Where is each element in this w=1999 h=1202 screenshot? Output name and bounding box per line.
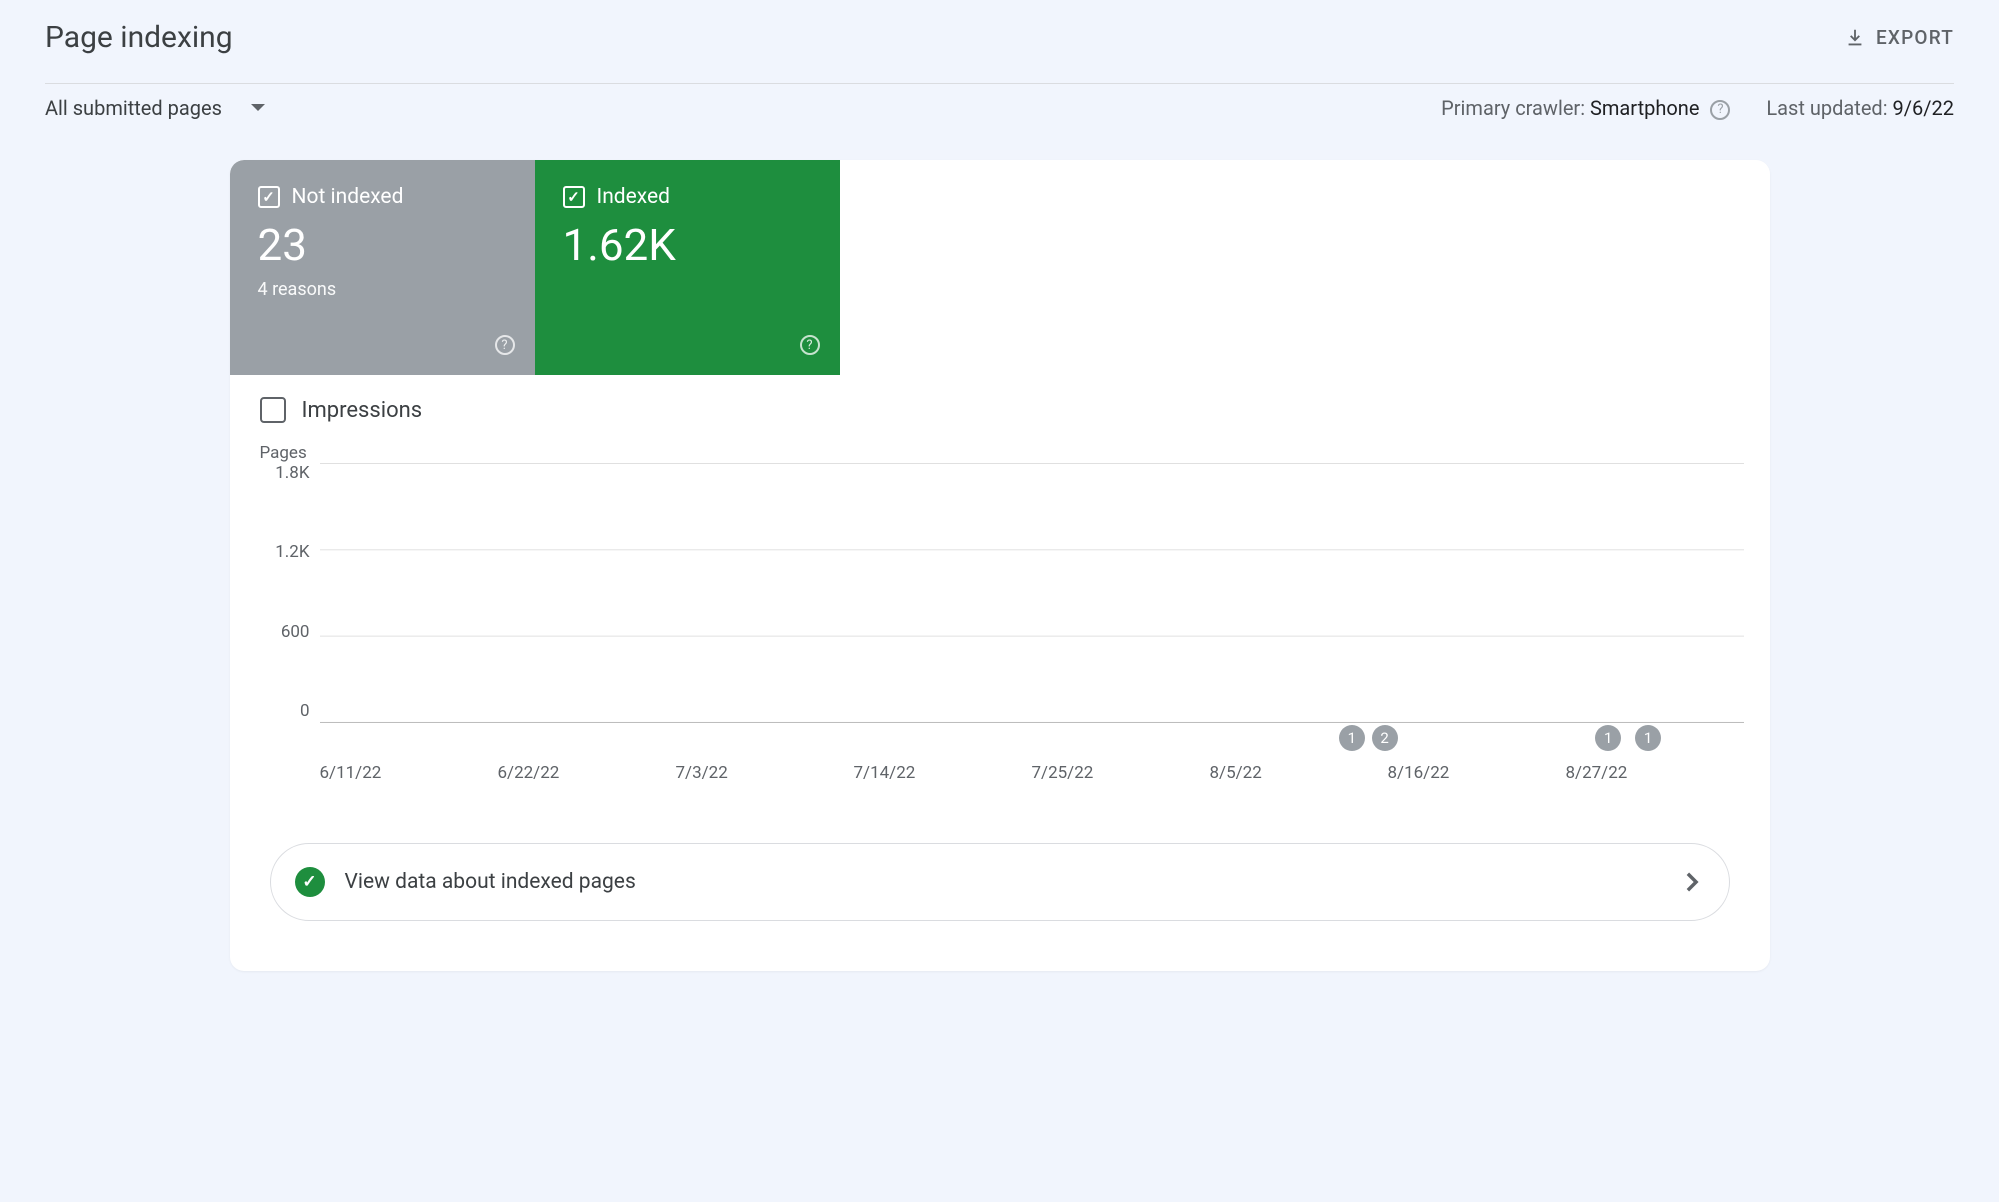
view-data-label: View data about indexed pages [345,870,636,894]
help-icon[interactable]: ? [1710,100,1730,120]
chart-event-marker[interactable]: 1 [1339,725,1365,751]
check-circle-icon: ✓ [295,867,325,897]
export-label: EXPORT [1876,26,1954,49]
tab-indexed[interactable]: ✓ Indexed 1.62K ? [535,160,840,375]
chart-event-marker[interactable]: 1 [1595,725,1621,751]
chart-event-marker[interactable]: 2 [1372,725,1398,751]
chart-plot [320,463,1744,723]
chevron-right-icon [1685,871,1699,893]
last-updated: Last updated: 9/6/22 [1766,96,1954,120]
scope-label: All submitted pages [45,96,222,120]
checkbox-checked-icon: ✓ [258,186,280,208]
primary-crawler: Primary crawler: Smartphone ? [1441,96,1730,120]
not-indexed-label: Not indexed [292,185,404,209]
indexed-value: 1.62K [563,219,812,271]
tab-not-indexed[interactable]: ✓ Not indexed 23 4 reasons ? [230,160,535,375]
impressions-checkbox[interactable] [260,397,286,423]
page-title: Page indexing [45,20,233,55]
x-axis: 6/11/226/22/227/3/227/14/227/25/228/5/22… [320,763,1744,783]
indexing-card: ✓ Not indexed 23 4 reasons ? ✓ Indexed 1… [230,160,1770,971]
export-button[interactable]: EXPORT [1844,26,1954,49]
view-indexed-data-button[interactable]: ✓ View data about indexed pages [270,843,1730,921]
y-axis-label: Pages [256,443,1744,463]
chevron-down-icon [250,103,266,113]
chart-event-marker[interactable]: 1 [1635,725,1661,751]
scope-dropdown[interactable]: All submitted pages [45,96,266,120]
y-axis: 1.8K1.2K6000 [256,463,320,723]
indexed-label: Indexed [597,185,670,209]
chart-markers: 1211 [320,723,1744,753]
checkbox-checked-icon: ✓ [563,186,585,208]
indexing-chart: Pages 1.8K1.2K6000 1211 6/11/226/22/227/… [230,433,1770,803]
download-icon [1844,27,1866,49]
impressions-label: Impressions [302,398,423,423]
help-icon[interactable]: ? [495,335,515,355]
help-icon[interactable]: ? [800,335,820,355]
not-indexed-value: 23 [258,219,507,271]
not-indexed-reasons: 4 reasons [258,279,507,300]
